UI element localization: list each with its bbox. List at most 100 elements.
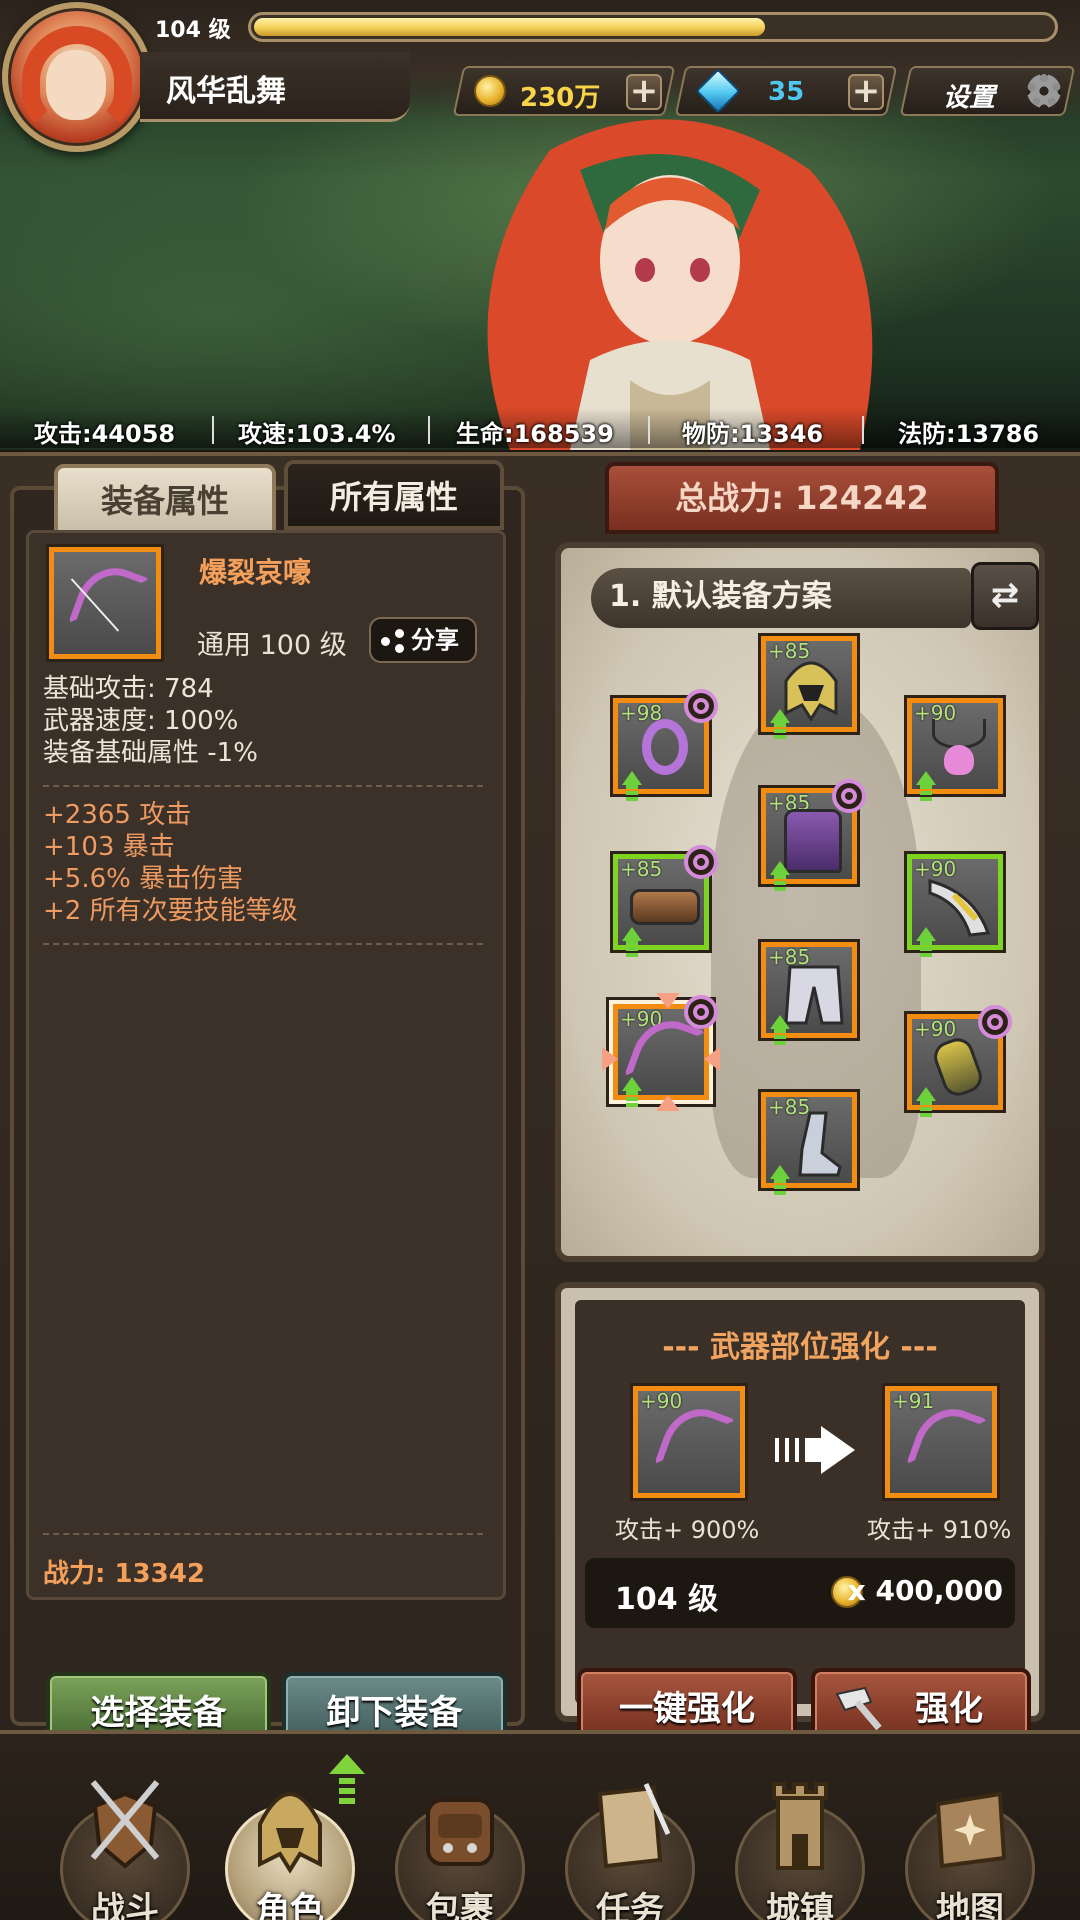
bag-icon: [426, 1798, 494, 1866]
enhance-cost-bar: 104 级 x 400,000: [585, 1558, 1015, 1628]
upgrade-arrow-icon: [622, 771, 642, 801]
bottom-nav: 战斗 角色 包裹 任务 城镇 地图: [0, 1730, 1080, 1920]
weapon-slot[interactable]: +90: [602, 993, 720, 1111]
equipment-board: 1. 默认装备方案 ⇄ +85 +98 +90 +85 +85 +90 +85 …: [555, 542, 1045, 1262]
armor-icon: [784, 809, 842, 873]
ring-slot[interactable]: +98: [613, 689, 718, 801]
swirl-icon: [684, 995, 718, 1029]
nav-label: 地图: [936, 1890, 1004, 1920]
item-detail-card: 爆裂哀嚎 通用 100 级 分享 基础攻击: 784 武器速度: 100% 装备…: [26, 530, 506, 1600]
nav-label: 城镇: [766, 1890, 834, 1920]
add-gold-button[interactable]: +: [626, 71, 662, 111]
nav-label: 角色: [256, 1890, 324, 1920]
helmet-slot[interactable]: +85: [761, 636, 857, 739]
pants-icon: [784, 965, 844, 1025]
character-stats: 攻击:44058 攻速:103.4% 生命:168539 物防:13346 法防…: [0, 408, 1080, 448]
share-icon: [381, 629, 405, 653]
slot-level: +85: [620, 857, 663, 881]
base-stat-line: 基础攻击: 784: [43, 674, 214, 704]
diamond-icon: [695, 68, 741, 114]
selection-marker-icon: [602, 1047, 618, 1071]
swap-scheme-button[interactable]: ⇄: [971, 562, 1039, 630]
nav-map[interactable]: 地图: [895, 1764, 1045, 1920]
nav-quest[interactable]: 任务: [555, 1764, 705, 1920]
stat-phys-def: 物防:13346: [682, 420, 824, 448]
item-icon: [49, 547, 161, 659]
necklace-slot[interactable]: +90: [907, 698, 1003, 801]
amulet-icon: [929, 1033, 987, 1101]
nav-battle[interactable]: 战斗: [50, 1764, 200, 1920]
stat-hp: 生命:168539: [456, 420, 614, 448]
base-stat-line: 装备基础属性 -1%: [43, 738, 258, 768]
bonus-stat-line: +5.6% 暴击伤害: [43, 864, 244, 894]
gem-counter: 35 +: [674, 66, 898, 116]
nav-label: 包裹: [426, 1890, 494, 1920]
offhand-slot[interactable]: +90: [907, 854, 1003, 957]
bonus-stat-line: +2 所有次要技能等级: [43, 896, 298, 926]
belt-slot[interactable]: +85: [613, 845, 718, 957]
settings-label: 设置: [943, 83, 996, 113]
ring-icon: [642, 719, 688, 775]
selection-marker-icon: [656, 993, 680, 1009]
upgrade-arrow-icon: [622, 927, 642, 957]
character-icon: [258, 1792, 322, 1874]
enhance-cost: x 400,000: [847, 1574, 1003, 1607]
enhance-from-value: 攻击+ 900%: [615, 1516, 760, 1544]
gold-amount: 230万: [520, 83, 601, 113]
upgrade-arrow-icon: [916, 927, 936, 957]
share-button[interactable]: 分享: [369, 617, 477, 663]
bonus-stat-line: +2365 攻击: [43, 800, 192, 830]
nav-character[interactable]: 角色: [215, 1754, 365, 1920]
pants-slot[interactable]: +85: [761, 942, 857, 1045]
enhance-from-slot: +90: [633, 1386, 745, 1498]
upgrade-arrow-icon: [622, 1077, 642, 1107]
upgrade-arrow-icon: [770, 1165, 790, 1195]
xp-bar-fill: [254, 18, 765, 36]
item-meta: 通用 100 级: [197, 630, 347, 661]
enhance-to-value: 攻击+ 910%: [867, 1516, 1012, 1544]
nav-label: 战斗: [91, 1890, 159, 1920]
nav-bag[interactable]: 包裹: [385, 1764, 535, 1920]
tab-all-attributes[interactable]: 所有属性: [284, 460, 504, 530]
enhance-title: --- 武器部位强化 ---: [662, 1330, 938, 1365]
player-level: 104 级: [155, 18, 231, 43]
settings-button[interactable]: 设置: [899, 66, 1076, 116]
item-name: 爆裂哀嚎: [199, 556, 312, 589]
bonus-stats: +2365 攻击 +103 暴击 +5.6% 暴击伤害 +2 所有次要技能等级: [43, 799, 298, 927]
character-portrait: [487, 119, 873, 450]
stat-attack-speed: 攻速:103.4%: [238, 420, 396, 448]
selection-marker-icon: [656, 1095, 680, 1111]
bonus-stat-line: +103 暴击: [43, 832, 175, 862]
add-gems-button[interactable]: +: [848, 71, 884, 111]
swirl-icon: [832, 779, 866, 813]
divider: [43, 943, 483, 945]
nav-label: 任务: [596, 1890, 664, 1920]
avatar[interactable]: [2, 2, 152, 152]
divider: [428, 416, 430, 444]
quest-icon: [597, 1782, 670, 1869]
upgrade-arrow-icon: [916, 1087, 936, 1117]
divider: [43, 1533, 483, 1535]
bow-icon: [67, 557, 151, 645]
arrow-right-icon: [775, 1426, 855, 1474]
battle-icon: [90, 1780, 160, 1869]
gold-counter: 230万 +: [452, 66, 676, 116]
boots-slot[interactable]: +85: [761, 1092, 857, 1195]
tab-equipment-attributes[interactable]: 装备属性: [54, 464, 276, 534]
map-icon: [935, 1791, 1007, 1869]
amulet-slot[interactable]: +90: [907, 1005, 1012, 1117]
equipment-scheme-label[interactable]: 1. 默认装备方案: [591, 568, 971, 628]
divider: [43, 785, 483, 787]
equipment-info-panel: 装备属性 所有属性 爆裂哀嚎 通用 100 级 分享 基础攻击: 784 武器速…: [10, 460, 525, 1752]
upgrade-arrow-icon: [329, 1754, 365, 1804]
share-label: 分享: [411, 626, 459, 654]
upgrade-arrow-icon: [770, 1015, 790, 1045]
slot-level: +90: [914, 1017, 957, 1041]
armor-slot[interactable]: +85: [761, 779, 866, 891]
total-power: 总战力: 124242: [605, 462, 999, 534]
stat-attack: 攻击:44058: [34, 420, 176, 448]
base-stats: 基础攻击: 784 武器速度: 100% 装备基础属性 -1%: [43, 673, 258, 769]
nav-town[interactable]: 城镇: [725, 1764, 875, 1920]
stat-magic-def: 法防:13786: [898, 420, 1040, 448]
equipment-panel: 总战力: 124242 1. 默认装备方案 ⇄ +85 +98 +90 +85 …: [545, 462, 1045, 1748]
